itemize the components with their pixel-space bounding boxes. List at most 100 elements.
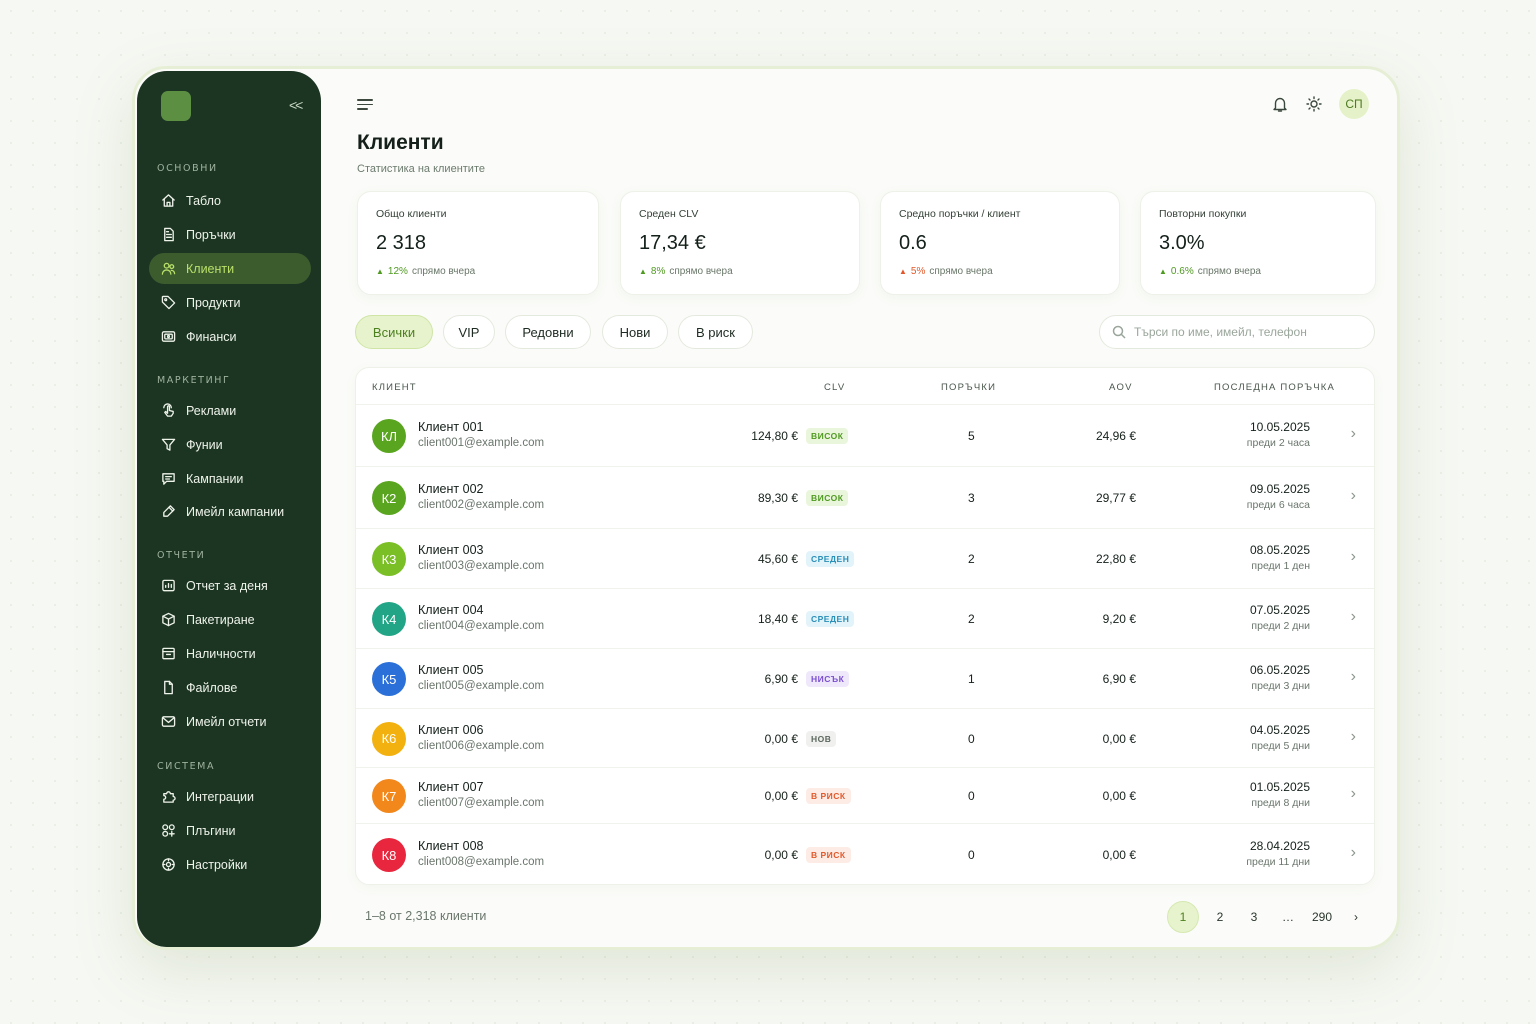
client-email: client001@example.com bbox=[418, 437, 545, 449]
chevron-right-icon[interactable]: › bbox=[1351, 728, 1356, 746]
table-row[interactable]: К4 Клиент 004 client004@example.com 18,4… bbox=[356, 588, 1374, 648]
app-logo bbox=[161, 91, 191, 121]
sidebar-item-products[interactable]: Продукти bbox=[149, 287, 311, 318]
sidebar-item-clients[interactable]: Клиенти bbox=[149, 253, 311, 284]
bell-icon[interactable] bbox=[1271, 95, 1289, 113]
table-row[interactable]: К2 Клиент 002 client002@example.com 89,3… bbox=[356, 466, 1374, 528]
sidebar-item-email-campaigns[interactable]: Имейл кампании bbox=[149, 496, 311, 527]
file-icon bbox=[164, 680, 173, 695]
stat-label: Общо клиенти bbox=[376, 208, 447, 220]
page-1[interactable]: 1 bbox=[1167, 901, 1199, 933]
pagination: 1 2 3 … 290 › bbox=[1167, 901, 1369, 933]
puzzle-icon bbox=[163, 791, 176, 803]
client-email: client006@example.com bbox=[418, 739, 545, 752]
stat-delta-pct: 8% bbox=[650, 266, 666, 277]
sidebar-item-label: Имейл кампании bbox=[186, 504, 285, 519]
last-order-ago: преди 11 дни bbox=[1246, 856, 1310, 868]
plugin-icon bbox=[162, 824, 175, 837]
sidebar-item-plugins[interactable]: Плъгини bbox=[149, 815, 311, 846]
page-3[interactable]: 3 bbox=[1241, 902, 1267, 932]
sun-icon[interactable] bbox=[1305, 95, 1323, 113]
column-header-client[interactable]: КЛИЕНТ bbox=[372, 382, 417, 393]
next-page-icon[interactable]: › bbox=[1343, 902, 1369, 932]
client-email: client007@example.com bbox=[418, 797, 545, 809]
user-avatar[interactable]: СП bbox=[1339, 89, 1369, 119]
sidebar-item-finance[interactable]: Финанси bbox=[149, 321, 311, 352]
client-email: client004@example.com bbox=[418, 620, 545, 632]
results-count: 1–8 от 2,318 клиенти bbox=[365, 909, 487, 923]
sidebar-item-packaging[interactable]: Пакетиране bbox=[149, 604, 311, 635]
table-row[interactable]: К5 Клиент 005 client005@example.com 6,90… bbox=[356, 648, 1374, 708]
sidebar-item-inventory[interactable]: Наличности bbox=[149, 638, 311, 669]
table-row[interactable]: К7 Клиент 007 client007@example.com 0,00… bbox=[356, 767, 1374, 823]
section-title-marketing: МАРКЕТИНГ bbox=[157, 375, 231, 386]
table-row[interactable]: К3 Клиент 003 client003@example.com 45,6… bbox=[356, 528, 1374, 588]
column-header-aov[interactable]: AOV bbox=[1109, 382, 1133, 393]
filter-at-risk[interactable]: В риск bbox=[678, 315, 753, 349]
last-order-date: 08.05.2025 bbox=[1249, 543, 1310, 557]
stat-delta-suffix: спрямо вчера bbox=[929, 266, 993, 277]
orders-count: 0 bbox=[968, 731, 975, 746]
last-order-date: 01.05.2025 bbox=[1249, 780, 1310, 794]
client-avatar: К4 bbox=[372, 602, 406, 636]
section-title-reports: ОТЧЕТИ bbox=[157, 550, 206, 561]
table-row[interactable]: К8 Клиент 008 client008@example.com 0,00… bbox=[356, 823, 1374, 885]
table-row[interactable]: КЛ Клиент 001 client001@example.com 124,… bbox=[356, 404, 1374, 466]
sidebar-item-label: Наличности bbox=[186, 646, 256, 661]
filter-all[interactable]: Всички bbox=[355, 315, 433, 349]
chevron-right-icon[interactable]: › bbox=[1351, 548, 1356, 566]
stat-label: Среден CLV bbox=[639, 208, 699, 220]
last-order-date: 06.05.2025 bbox=[1249, 663, 1310, 677]
stat-label: Средно поръчки / клиент bbox=[899, 208, 1021, 220]
filter-new[interactable]: Нови bbox=[602, 315, 668, 349]
orders-count: 0 bbox=[968, 848, 975, 862]
sidebar-item-integrations[interactable]: Интеграции bbox=[149, 781, 311, 812]
sidebar-item-settings[interactable]: Настройки bbox=[149, 849, 311, 880]
sidebar-item-dashboard[interactable]: Табло bbox=[149, 185, 311, 216]
client-avatar: КЛ bbox=[372, 419, 406, 453]
column-header-last-order[interactable]: ПОСЛЕДНА ПОРЪЧКА bbox=[1214, 382, 1335, 393]
sidebar-item-label: Плъгини bbox=[186, 823, 236, 838]
last-order-date: 07.05.2025 bbox=[1249, 603, 1310, 617]
search-input[interactable]: Търси по име, имейл, телефон bbox=[1099, 315, 1375, 349]
page-last[interactable]: 290 bbox=[1309, 902, 1335, 932]
clv-value: 0,00 € bbox=[764, 731, 798, 746]
sidebar-item-daily-report[interactable]: Отчет за деня bbox=[149, 570, 311, 601]
sidebar-item-funnels[interactable]: Фунии bbox=[149, 429, 311, 460]
chevron-right-icon[interactable]: › bbox=[1351, 487, 1356, 505]
collapse-sidebar-icon[interactable]: << bbox=[289, 97, 303, 113]
menu-icon[interactable] bbox=[357, 99, 373, 113]
sidebar-item-ads[interactable]: Реклами bbox=[149, 395, 311, 426]
package-icon bbox=[162, 612, 175, 627]
arrow-up-icon: ▲ bbox=[376, 267, 384, 276]
column-header-clv[interactable]: CLV bbox=[824, 382, 845, 393]
sidebar-item-label: Клиенти bbox=[186, 261, 235, 276]
sidebar-item-label: Поръчки bbox=[186, 227, 236, 242]
page-2[interactable]: 2 bbox=[1207, 902, 1233, 932]
stat-value: 2 318 bbox=[376, 232, 427, 254]
column-header-orders[interactable]: ПОРЪЧКИ bbox=[941, 382, 996, 393]
wallet-icon bbox=[161, 331, 176, 342]
client-name: Клиент 003 bbox=[418, 543, 484, 557]
chevron-right-icon[interactable]: › bbox=[1351, 785, 1356, 803]
client-email: client003@example.com bbox=[418, 560, 545, 572]
sidebar-item-files[interactable]: Файлове bbox=[149, 672, 311, 703]
clv-value: 124,80 € bbox=[751, 429, 798, 443]
aov-value: 29,77 € bbox=[1095, 491, 1136, 505]
sidebar-item-label: Кампании bbox=[186, 471, 244, 486]
sidebar-item-email-reports[interactable]: Имейл отчети bbox=[149, 706, 311, 737]
message-icon bbox=[162, 473, 175, 485]
chevron-right-icon[interactable]: › bbox=[1351, 668, 1356, 686]
aov-value: 24,96 € bbox=[1095, 429, 1136, 443]
chevron-right-icon[interactable]: › bbox=[1351, 844, 1356, 862]
client-name: Клиент 006 bbox=[418, 722, 484, 737]
filter-vip[interactable]: VIP bbox=[443, 315, 495, 349]
chevron-right-icon[interactable]: › bbox=[1351, 608, 1356, 626]
filter-regular[interactable]: Редовни bbox=[505, 315, 591, 349]
aov-value: 0,00 € bbox=[1102, 848, 1136, 862]
table-row[interactable]: К6 Клиент 006 client006@example.com 0,00… bbox=[356, 708, 1374, 767]
chevron-right-icon[interactable]: › bbox=[1351, 425, 1356, 443]
sidebar-item-orders[interactable]: Поръчки bbox=[149, 219, 311, 250]
sidebar-item-campaigns[interactable]: Кампании bbox=[149, 463, 311, 494]
last-order-ago: преди 6 часа bbox=[1246, 499, 1310, 511]
